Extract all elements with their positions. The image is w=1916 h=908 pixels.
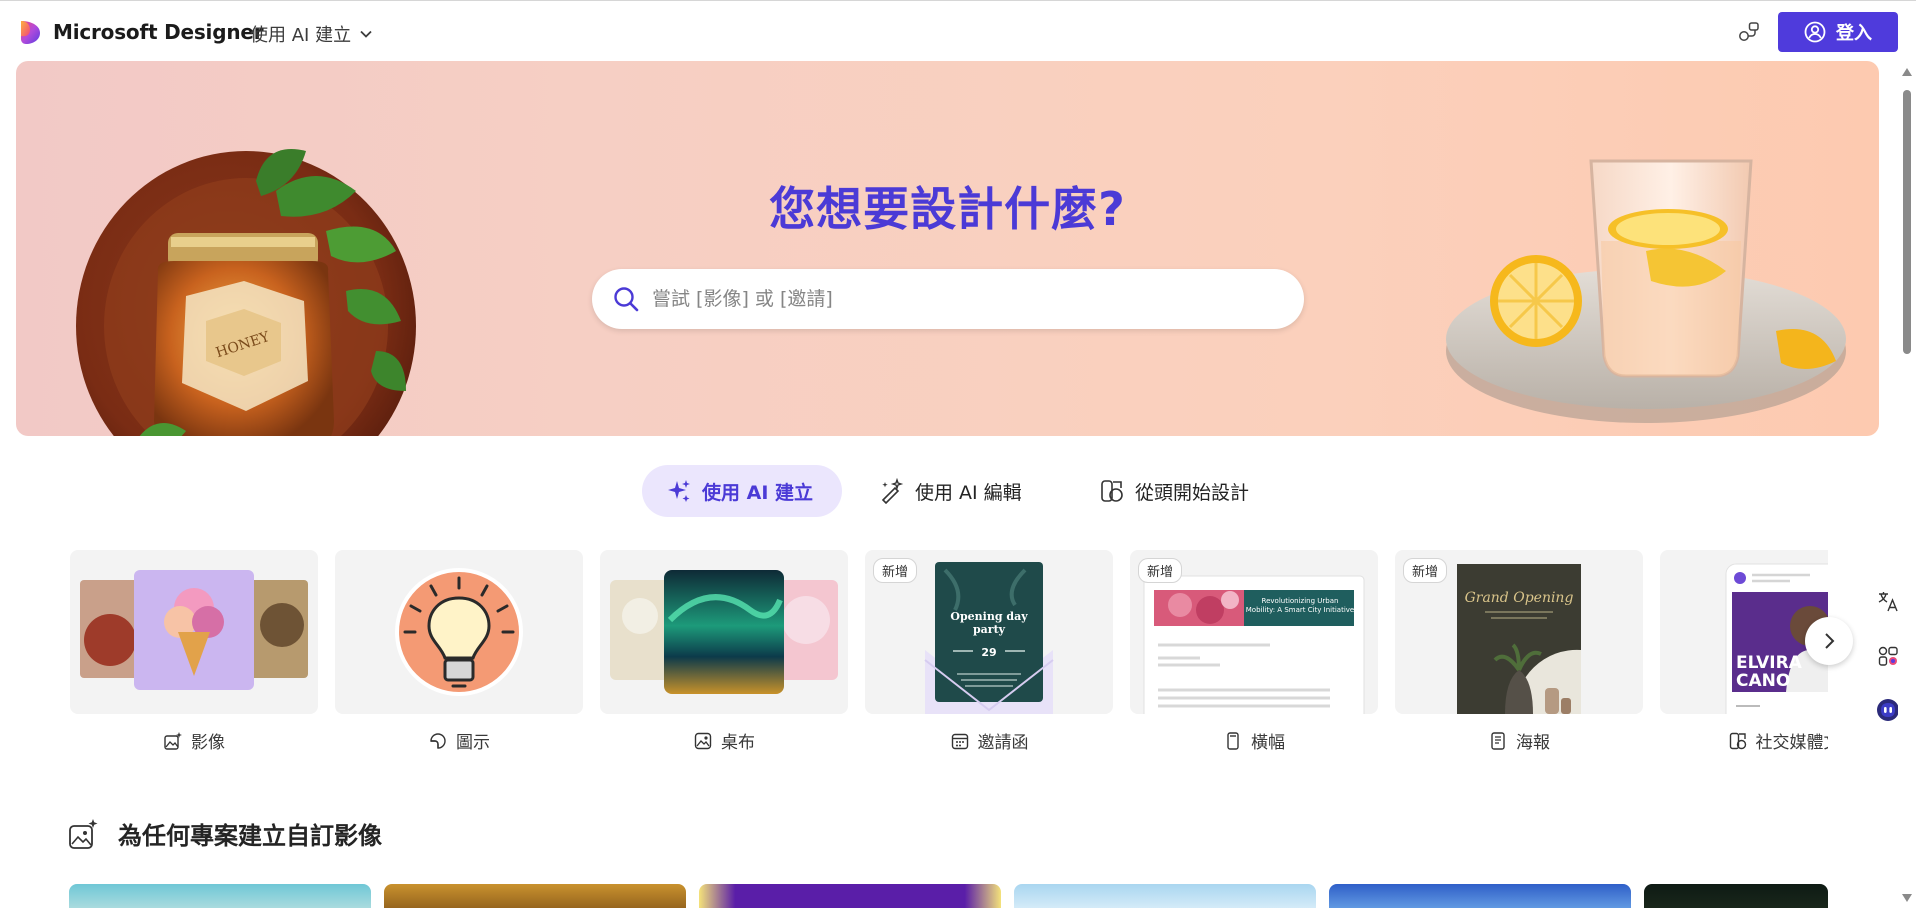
svg-text:Opening day: Opening day [950, 610, 1028, 623]
poster-icon [1491, 731, 1505, 750]
svg-text:Mobility: A Smart City Initiat: Mobility: A Smart City Initiative [1246, 606, 1354, 614]
shapes-icon [1101, 480, 1123, 502]
new-badge: 新增 [873, 558, 918, 583]
image-sparkle-icon [164, 731, 182, 750]
card-label: 邀請函 [865, 728, 1113, 753]
lightbulb-sticker-art [395, 568, 523, 696]
card-label: 海報 [1395, 728, 1643, 753]
magic-wand-icon [881, 478, 904, 504]
search-icon [614, 287, 639, 312]
sparkle-icon [668, 480, 690, 502]
chevron-down-icon [360, 30, 372, 38]
sign-in-label: 登入 [1836, 23, 1872, 44]
translate-icon [1878, 592, 1898, 612]
gallery-item[interactable] [1329, 884, 1631, 908]
apps-icon [1878, 646, 1898, 666]
card-thumbnail[interactable]: ELVIRA CANO [1660, 550, 1828, 714]
card-wallpaper[interactable]: 桌布 [600, 550, 848, 753]
tab-label: 使用 AI 建立 [702, 481, 814, 504]
prompt-search-box[interactable] [592, 269, 1304, 329]
card-label-text: 海報 [1516, 733, 1550, 753]
card-poster[interactable]: 新增 Grand Opening 海報 [1395, 550, 1643, 753]
svg-text:29: 29 [981, 646, 996, 659]
top-bar: Microsoft Designer 使用 AI 建立 登入 [0, 0, 1916, 62]
designer-logo[interactable] [18, 19, 42, 45]
section-heading: 為任何專案建立自訂影像 [68, 816, 382, 851]
social-icon [1729, 732, 1746, 749]
tab-design-from-scratch[interactable]: 從頭開始設計 [1075, 465, 1273, 517]
brand-name[interactable]: Microsoft Designer [53, 20, 264, 44]
ice-cream-collage-art [80, 570, 308, 690]
scroll-up-arrow[interactable] [1902, 68, 1912, 76]
card-label-text: 圖示 [456, 733, 490, 753]
template-carousel: 影像 圖示 桌布 新增 Opening day party 29 邀請函 新增 … [70, 550, 1828, 760]
card-social-post[interactable]: ELVIRA CANO 社交媒體文 [1660, 550, 1828, 753]
new-badge: 新增 [1403, 558, 1448, 583]
wallpaper-icon [694, 732, 712, 749]
svg-text:Revolutionizing Urban: Revolutionizing Urban [1262, 597, 1339, 605]
gallery-item[interactable] [1014, 884, 1316, 908]
card-banner[interactable]: 新增 Revolutionizing Urban Mobility: A Sma… [1130, 550, 1378, 753]
card-thumbnail[interactable] [600, 550, 848, 714]
section-title-text: 為任何專案建立自訂影像 [118, 822, 382, 850]
aurora-wallpaper-art [610, 570, 838, 694]
card-invitation[interactable]: 新增 Opening day party 29 邀請函 [865, 550, 1113, 753]
scroll-down-arrow[interactable] [1902, 894, 1912, 902]
hero-banner: HONEY 您想要設計什麼? [16, 61, 1879, 436]
svg-text:ELVIRA: ELVIRA [1736, 653, 1803, 673]
mode-dropdown[interactable]: 使用 AI 建立 [250, 21, 373, 47]
calendar-icon [951, 733, 968, 749]
card-thumbnail[interactable] [70, 550, 318, 714]
gallery-item[interactable] [384, 884, 686, 908]
card-label: 桌布 [600, 728, 848, 753]
card-label-text: 邀請函 [977, 733, 1029, 753]
card-label: 影像 [70, 728, 318, 753]
prompt-input[interactable] [652, 288, 1272, 310]
honey-jar-illustration: HONEY [76, 149, 416, 436]
tab-label: 使用 AI 編輯 [915, 481, 1022, 504]
card-label: 圖示 [335, 728, 583, 753]
copilot-icon [1877, 699, 1899, 721]
card-thumbnail[interactable]: 新增 Revolutionizing Urban Mobility: A Sma… [1130, 550, 1378, 714]
new-badge: 新增 [1138, 558, 1183, 583]
card-label: 社交媒體文 [1660, 728, 1828, 753]
sign-in-button[interactable]: 登入 [1778, 12, 1898, 52]
tab-create-with-ai[interactable]: 使用 AI 建立 [642, 465, 842, 517]
social-post-art: ELVIRA CANO [1725, 563, 1828, 714]
chevron-right-icon [1825, 633, 1835, 649]
card-sticker[interactable]: 圖示 [335, 550, 583, 753]
image-sparkle-icon [69, 818, 98, 849]
banner-icon [1227, 731, 1239, 750]
gallery-item[interactable] [699, 884, 1001, 908]
card-thumbnail[interactable]: 新增 Grand Opening [1395, 550, 1643, 714]
sticker-icon [430, 732, 446, 749]
account-icon [1804, 21, 1826, 43]
card-label-text: 社交媒體文 [1755, 733, 1829, 753]
gallery-item[interactable] [69, 884, 371, 908]
card-label-text: 影像 [191, 733, 225, 753]
scroll-thumb[interactable] [1903, 90, 1911, 354]
mode-dropdown-label: 使用 AI 建立 [250, 25, 352, 46]
card-thumbnail[interactable]: 新增 Opening day party 29 [865, 550, 1113, 714]
lemon-water-illustration [1446, 159, 1846, 423]
svg-text:Grand Opening: Grand Opening [1465, 590, 1574, 606]
card-image[interactable]: 影像 [70, 550, 318, 753]
tab-label: 從頭開始設計 [1135, 481, 1250, 504]
card-label-text: 橫幅 [1251, 733, 1285, 753]
create-mode-tabs: 使用 AI 建立 使用 AI 編輯 從頭開始設計 [0, 465, 1916, 517]
gallery-item[interactable] [1644, 884, 1828, 908]
card-label-text: 桌布 [721, 733, 755, 753]
card-thumbnail[interactable] [335, 550, 583, 714]
apps-icon[interactable] [1737, 20, 1761, 44]
page-scrollbar[interactable] [1898, 62, 1916, 908]
tab-edit-with-ai[interactable]: 使用 AI 編輯 [855, 465, 1046, 517]
card-label: 橫幅 [1130, 728, 1378, 753]
svg-text:party: party [973, 623, 1006, 636]
carousel-next-button[interactable] [1805, 617, 1853, 665]
svg-text:CANO: CANO [1736, 671, 1790, 691]
